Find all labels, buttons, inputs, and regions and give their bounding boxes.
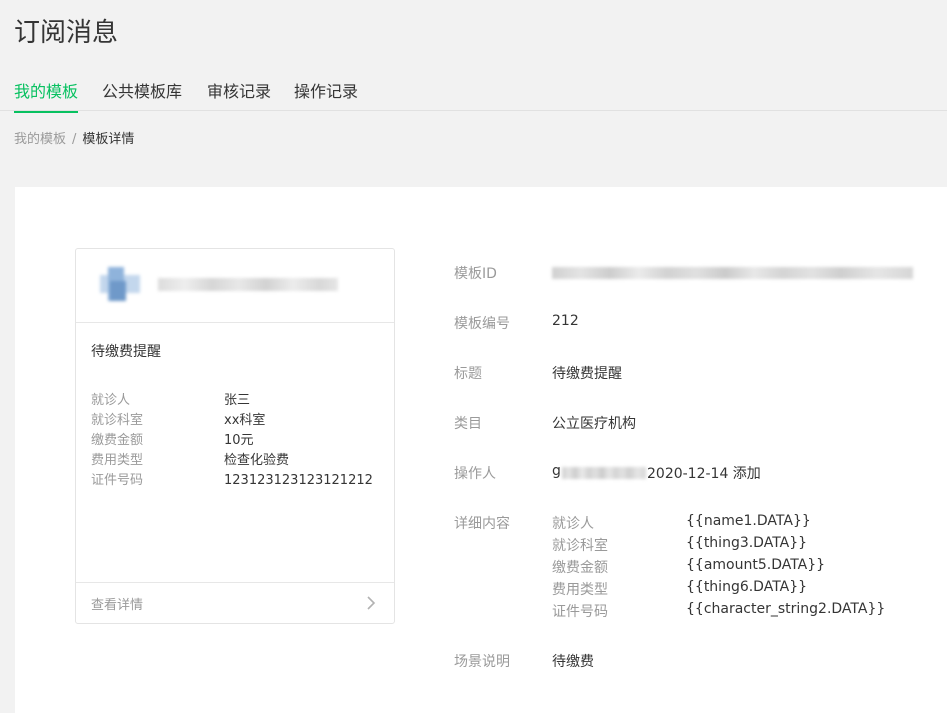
- template-preview-card: 待缴费提醒 就诊人 张三 就诊科室 xx科室 缴费金额 10元 费用类型 检查化…: [75, 248, 395, 624]
- page-title: 订阅消息: [14, 18, 119, 48]
- category-label: 类目: [454, 416, 482, 432]
- keyword-row: 费用类型 {{thing6.DATA}}: [552, 579, 932, 601]
- breadcrumb: 我的模板 / 模板详情: [14, 128, 134, 147]
- tab-operation-records[interactable]: 操作记录: [294, 78, 358, 111]
- tab-review-records[interactable]: 审核记录: [207, 78, 271, 111]
- keyword-row: 就诊科室 {{thing3.DATA}}: [552, 535, 932, 557]
- operator-added-date: 2020-12-14 添加: [647, 466, 761, 482]
- template-id-value-blurred: [552, 267, 913, 279]
- keyword-row: 缴费金额 {{amount5.DATA}}: [552, 557, 932, 579]
- preview-field-key: 就诊人: [91, 393, 131, 408]
- operator-name-blurred: [562, 467, 646, 479]
- template-number-value: 212: [552, 313, 579, 329]
- keyword-placeholder: {{thing6.DATA}}: [686, 579, 808, 595]
- keyword-placeholder: {{thing3.DATA}}: [686, 535, 808, 551]
- scene-label: 场景说明: [454, 654, 510, 670]
- category-value: 公立医疗机构: [552, 416, 636, 432]
- preview-field: 证件号码 123123123123121212: [91, 471, 381, 491]
- keyword-placeholder: {{name1.DATA}}: [686, 513, 811, 529]
- breadcrumb-my-templates-link[interactable]: 我的模板: [14, 132, 66, 147]
- preview-field-value: 张三: [224, 393, 251, 408]
- detail-panel: 待缴费提醒 就诊人 张三 就诊科室 xx科室 缴费金额 10元 费用类型 检查化…: [15, 187, 947, 713]
- view-details-label: 查看详情: [91, 598, 144, 613]
- account-name-blurred: [158, 278, 338, 291]
- scene-value: 待缴费: [552, 654, 594, 670]
- keyword-row: 证件号码 {{character_string2.DATA}}: [552, 601, 932, 623]
- template-id-label: 模板ID: [454, 266, 497, 282]
- template-number-label: 模板编号: [454, 316, 510, 332]
- keyword-placeholder: {{amount5.DATA}}: [686, 557, 826, 573]
- breadcrumb-current: 模板详情: [82, 132, 135, 147]
- preview-field: 费用类型 检查化验费: [91, 451, 381, 471]
- keyword-row: 就诊人 {{name1.DATA}}: [552, 513, 932, 535]
- preview-field: 就诊人 张三: [91, 391, 381, 411]
- title-label: 标题: [454, 366, 482, 382]
- title-value: 待缴费提醒: [552, 366, 622, 382]
- preview-field-value: 10元: [224, 433, 254, 448]
- preview-field-value: 123123123123121212: [224, 473, 373, 488]
- keyword-name: 证件号码: [552, 604, 608, 620]
- account-avatar: [100, 267, 144, 303]
- view-details-link[interactable]: 查看详情: [76, 582, 394, 623]
- operator-name-prefix: g: [552, 463, 561, 479]
- tab-my-templates[interactable]: 我的模板: [14, 78, 79, 113]
- preview-field-key: 缴费金额: [91, 433, 144, 448]
- keyword-name: 费用类型: [552, 582, 608, 598]
- tab-public-library[interactable]: 公共模板库: [102, 78, 182, 111]
- preview-field-key: 证件号码: [91, 473, 144, 488]
- keyword-name: 就诊科室: [552, 538, 608, 554]
- preview-field-key: 费用类型: [91, 453, 144, 468]
- chevron-right-icon: [367, 596, 376, 610]
- breadcrumb-separator: /: [72, 132, 77, 147]
- preview-title: 待缴费提醒: [91, 344, 161, 360]
- keyword-placeholder: {{character_string2.DATA}}: [686, 601, 886, 617]
- preview-field-key: 就诊科室: [91, 413, 144, 428]
- preview-field: 缴费金额 10元: [91, 431, 381, 451]
- preview-field-value: 检查化验费: [224, 453, 290, 468]
- content-label: 详细内容: [454, 516, 510, 532]
- keyword-list: 就诊人 {{name1.DATA}} 就诊科室 {{thing3.DATA}} …: [552, 513, 932, 623]
- keyword-name: 缴费金额: [552, 560, 608, 576]
- preview-card-header: [76, 249, 394, 323]
- operator-label: 操作人: [454, 466, 496, 482]
- preview-field-value: xx科室: [224, 413, 266, 428]
- preview-field: 就诊科室 xx科室: [91, 411, 381, 431]
- tab-bar: 我的模板 公共模板库 审核记录 操作记录: [0, 66, 947, 113]
- preview-field-list: 就诊人 张三 就诊科室 xx科室 缴费金额 10元 费用类型 检查化验费 证件号…: [91, 391, 381, 491]
- keyword-name: 就诊人: [552, 516, 594, 532]
